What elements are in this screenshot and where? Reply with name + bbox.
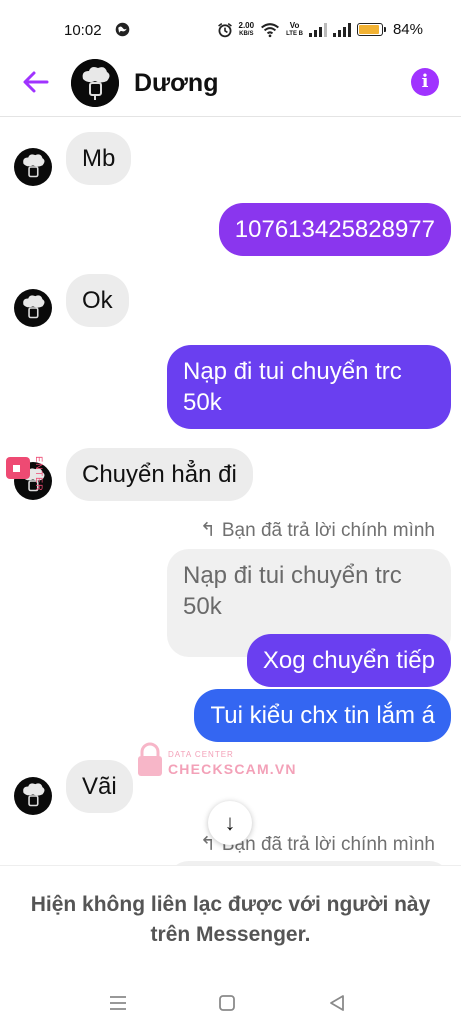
square-icon[interactable]	[212, 988, 242, 1018]
message-bubble-incoming[interactable]: Ok	[66, 274, 129, 327]
avatar-image	[23, 154, 45, 178]
battery-percent: 84%	[392, 21, 423, 38]
menu-icon[interactable]	[103, 988, 133, 1018]
sender-avatar[interactable]	[14, 777, 52, 815]
network-speed-value: 2.00	[238, 20, 255, 30]
watermark-line2: CHECKSCAM.VN	[40, 471, 44, 620]
system-navigation-bar	[0, 984, 461, 1024]
watermark-vertical: DATA CENTER CHECKSCAM.VN	[6, 455, 44, 620]
alarm-icon	[217, 22, 232, 37]
sender-avatar[interactable]	[14, 289, 52, 327]
conversation-header: Dương i	[0, 50, 461, 117]
triangle-back-icon[interactable]	[322, 988, 352, 1018]
volte-indicator: Vo LTE B	[286, 20, 303, 38]
reply-label-text: Bạn đã trả lời chính mình	[221, 833, 435, 855]
watermark-center: DATA CENTER CHECKSCAM.VN	[138, 742, 296, 777]
arrow-left-icon[interactable]	[20, 66, 52, 98]
vpn-globe-icon	[115, 22, 130, 37]
network-speed: 2.00 KB/S	[238, 20, 255, 38]
contact-name[interactable]: Dương	[134, 69, 218, 98]
reply-label: ↰ Bạn đã trả lời chính mình	[200, 519, 435, 542]
contact-avatar[interactable]	[71, 59, 119, 107]
watermark-line1: DATA CENTER	[168, 750, 234, 759]
message-bubble-incoming[interactable]: Vãi	[66, 760, 133, 813]
reply-arrow-icon: ↰	[199, 520, 216, 541]
watermark-line2: CHECKSCAM.VN	[168, 761, 296, 777]
volte-sub-label: LTE B	[286, 30, 303, 37]
message-bubble-outgoing[interactable]: Nạp đi tui chuyển trc 50k	[167, 345, 451, 429]
avatar-image	[23, 783, 45, 807]
reply-label-text: Bạn đã trả lời chính mình	[221, 519, 435, 541]
sender-avatar[interactable]	[14, 148, 52, 186]
unavailable-notice: Hiện không liên lạc được với người này t…	[30, 893, 431, 946]
volte-label: Vo	[289, 20, 300, 30]
wifi-icon	[261, 22, 280, 37]
network-speed-unit: KB/S	[239, 30, 254, 37]
status-time: 10:02	[64, 22, 102, 39]
signal-icon-sim2	[332, 22, 351, 37]
message-bubble-outgoing[interactable]: Tui kiểu chx tin lắm á	[194, 689, 451, 742]
battery-level	[358, 25, 380, 34]
status-icons: 2.00 KB/S Vo LTE B 84%	[217, 20, 423, 38]
avatar-image	[71, 59, 119, 107]
info-icon[interactable]: i	[411, 68, 439, 96]
composer-disabled-notice: Hiện không liên lạc được với người này t…	[0, 865, 461, 1025]
avatar-image	[23, 295, 45, 319]
message-bubble-incoming[interactable]: Chuyển hẳn đi	[66, 448, 253, 501]
message-bubble-outgoing[interactable]: 107613425828977	[218, 203, 451, 256]
arrow-down-icon[interactable]: ↓	[208, 801, 252, 845]
message-bubble-incoming[interactable]: Mb	[66, 132, 132, 185]
message-bubble-outgoing[interactable]: Xog chuyển tiếp	[246, 634, 451, 687]
battery-icon	[356, 23, 386, 36]
signal-icon-sim1	[308, 22, 327, 37]
